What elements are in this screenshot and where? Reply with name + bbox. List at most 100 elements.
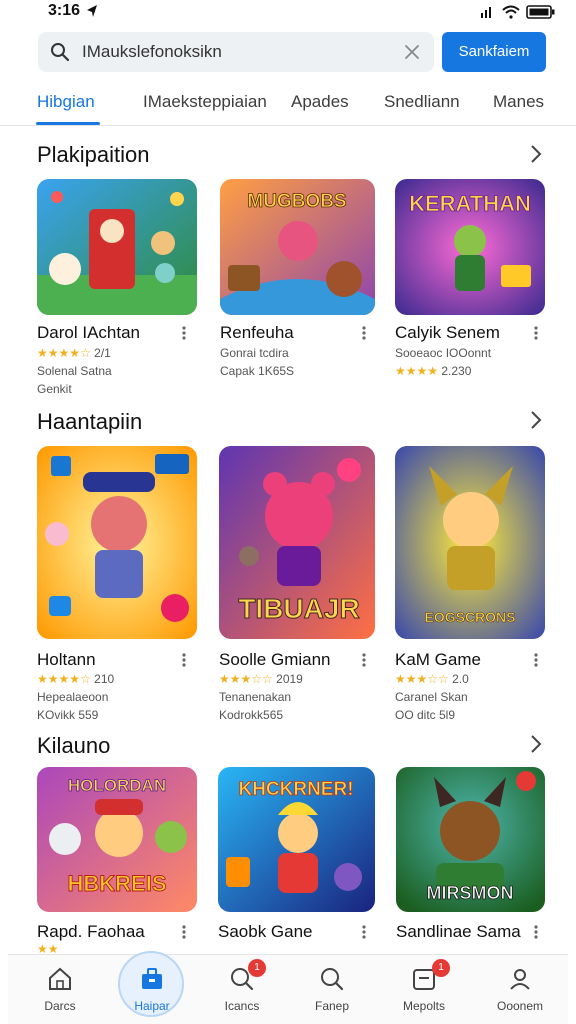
app-title: Renfeuha <box>220 323 294 342</box>
search-box[interactable] <box>38 32 434 72</box>
nav-label: Fanep <box>314 999 350 1013</box>
app-card[interactable]: KHCKRNER! Saobk Gane <box>218 767 378 953</box>
app-thumbnail[interactable]: MUGBOBS <box>220 179 375 315</box>
app-thumbnail[interactable]: KHCKRNER! <box>218 767 375 912</box>
app-thumbnail[interactable] <box>37 179 197 315</box>
rating-value: 210 <box>94 672 115 686</box>
more-vertical-icon[interactable] <box>533 924 539 940</box>
app-thumbnail[interactable] <box>37 446 197 639</box>
more-vertical-icon[interactable] <box>181 325 187 341</box>
close-icon[interactable] <box>404 44 420 60</box>
app-rating: ★★★★☆ 210 <box>37 672 114 686</box>
more-vertical-icon[interactable] <box>181 924 187 940</box>
app-card[interactable]: TIBUAJR Soolle Gmiann ★★★☆☆ 2019 Tenanen… <box>219 446 379 726</box>
more-vertical-icon[interactable] <box>361 924 367 940</box>
nav-label: Mepolts <box>402 999 446 1013</box>
bottom-navigation: Darcs Haipar 1 Icancs Fanep 1 Mepolts Oo… <box>8 951 568 1024</box>
more-vertical-icon[interactable] <box>361 325 367 341</box>
more-vertical-icon[interactable] <box>533 325 539 341</box>
app-title: Rapd. Faohaa <box>37 922 145 941</box>
app-thumbnail[interactable]: KERATHAN <box>395 179 545 315</box>
art-title: KHCKRNER! <box>238 779 353 800</box>
search-icon <box>51 43 70 62</box>
app-card[interactable]: Darol IAchtan ★★★★☆ 2/1 Solenal Satna Ge… <box>37 179 197 399</box>
nav-item-haipar[interactable]: Haipar <box>106 955 196 1024</box>
app-size: OO ditc 5l9 <box>395 708 456 722</box>
app-rating: ★★★☆☆ 2.0 <box>395 672 469 686</box>
search-icon <box>321 968 344 991</box>
profile-icon <box>510 969 530 990</box>
app-title: Holtann <box>37 650 96 669</box>
app-card[interactable]: MUGBOBS Renfeuha Gonrai tcdira Capak 1K6… <box>220 179 380 399</box>
app-thumbnail[interactable]: EOGSCRONS <box>395 446 545 639</box>
battery-icon <box>526 5 555 19</box>
nav-item-mepolts[interactable]: 1 Mepolts <box>378 955 468 1024</box>
signal-icon <box>481 7 491 18</box>
nav-item-ooonem[interactable]: Ooonem <box>474 955 564 1024</box>
app-size: Kodrokk565 <box>219 708 284 722</box>
app-rating: ★★★☆☆ 2019 <box>219 672 303 686</box>
chevron-right-icon[interactable] <box>528 734 544 754</box>
more-vertical-icon[interactable] <box>533 652 539 668</box>
app-card[interactable]: EOGSCRONS KaM Game ★★★☆☆ 2.0 Caranel Ska… <box>395 446 555 726</box>
nav-item-icancs[interactable]: 1 Icancs <box>196 955 286 1024</box>
app-developer: Solenal Satna <box>37 364 112 378</box>
chevron-right-icon[interactable] <box>528 410 544 430</box>
app-developer: Sooeaoc IOOonnt <box>395 346 492 360</box>
star-rating-icon: ★★★★☆ <box>37 672 91 686</box>
search-button[interactable]: Sankfaiem <box>442 32 546 72</box>
app-card[interactable]: KERATHAN Calyik Senem Sooeaoc IOOonnt ★★… <box>395 179 555 399</box>
rating-value: 2.0 <box>452 672 469 686</box>
section-title: Plakipaition <box>37 142 150 167</box>
star-rating-icon: ★★★☆☆ <box>395 672 449 686</box>
chevron-right-icon[interactable] <box>528 144 544 164</box>
art-title: MUGBOBS <box>247 191 346 212</box>
app-developer: Caranel Skan <box>395 690 468 704</box>
app-category: Genkit <box>37 382 72 396</box>
notification-badge: 1 <box>248 959 266 977</box>
art-title: MIRSMON <box>427 883 514 903</box>
location-arrow-icon <box>87 5 97 17</box>
app-thumbnail[interactable]: MIRSMON <box>396 767 545 912</box>
more-vertical-icon[interactable] <box>361 652 367 668</box>
tab-imaeksteppiaian[interactable]: IMaeksteppiaian <box>143 92 267 112</box>
rating-value: 2/1 <box>94 346 111 360</box>
app-title: Sandlinae Sama <box>396 922 521 941</box>
home-icon <box>49 967 71 990</box>
wifi-icon <box>502 5 520 19</box>
art-title: TIBUAJR <box>238 593 359 624</box>
section-title: Kilauno <box>37 733 111 758</box>
status-bar: 3:16 <box>0 0 576 26</box>
app-title: KaM Game <box>395 650 481 669</box>
app-thumbnail[interactable]: HOLORDAN HBKREIS <box>37 767 197 912</box>
tab-manes[interactable]: Manes <box>493 92 544 112</box>
nav-label: Ooonem <box>496 999 544 1013</box>
app-rating: ★★★★☆ 2/1 <box>37 346 111 360</box>
search-input[interactable] <box>82 32 392 72</box>
app-card[interactable]: Holtann ★★★★☆ 210 Hepealaeoon KOvikk 559 <box>37 446 197 726</box>
nav-label: Icancs <box>224 999 260 1013</box>
app-title: Saobk Gane <box>218 922 313 941</box>
more-vertical-icon[interactable] <box>181 652 187 668</box>
app-title: Calyik Senem <box>395 323 500 342</box>
nav-item-darcs[interactable]: Darcs <box>14 955 104 1024</box>
app-title: Soolle Gmiann <box>219 650 331 669</box>
app-rating: ★★★★ 2.230 <box>395 364 471 378</box>
app-card[interactable]: HOLORDAN HBKREIS Rapd. Faohaa ★★ <box>37 767 197 956</box>
tab-snedliann[interactable]: Snedliann <box>384 92 460 112</box>
art-title: KERATHAN <box>409 191 531 216</box>
star-rating-icon: ★★★★☆ <box>37 346 91 360</box>
art-subtitle: HBKREIS <box>67 871 166 896</box>
app-size: KOvikk 559 <box>37 708 99 722</box>
art-title: EOGSCRONS <box>424 609 515 625</box>
tab-hibgian[interactable]: Hibgian <box>37 92 95 112</box>
status-icons <box>480 2 556 22</box>
app-thumbnail[interactable]: TIBUAJR <box>219 446 375 639</box>
star-rating-icon: ★★★☆☆ <box>219 672 273 686</box>
tab-apades[interactable]: Apades <box>291 92 349 112</box>
app-size: Capak 1K65S <box>220 364 295 378</box>
app-title: Darol IAchtan <box>37 323 140 342</box>
app-card[interactable]: MIRSMON Sandlinae Sama <box>396 767 556 953</box>
nav-item-fanep[interactable]: Fanep <box>286 955 376 1024</box>
app-developer: Tenanenakan <box>219 690 292 704</box>
